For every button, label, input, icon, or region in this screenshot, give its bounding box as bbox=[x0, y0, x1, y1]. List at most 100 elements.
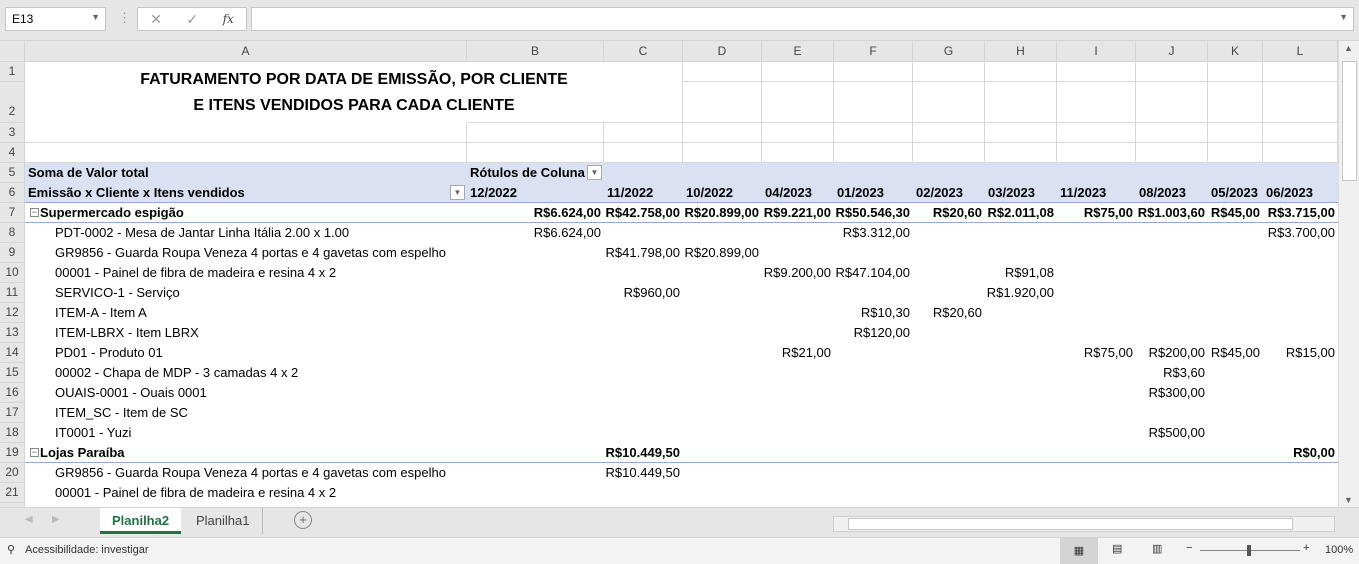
row-header-16[interactable]: 16 bbox=[0, 383, 25, 403]
row-header-13[interactable]: 13 bbox=[0, 323, 25, 343]
column-gridline bbox=[1262, 62, 1263, 163]
scroll-up-icon[interactable]: ▲ bbox=[1344, 43, 1353, 53]
next-sheet-icon[interactable]: ▶ bbox=[52, 514, 60, 525]
column-header-I[interactable]: I bbox=[1057, 41, 1136, 62]
row-header-8[interactable]: 8 bbox=[0, 223, 25, 243]
zoom-in-icon[interactable]: + bbox=[1303, 542, 1309, 554]
value-cell: R$1.920,00 bbox=[986, 285, 1054, 300]
value-cell: R$20.899,00 bbox=[684, 205, 759, 220]
row-filter-dropdown-icon[interactable]: ▼ bbox=[450, 185, 465, 200]
value-cell: R$10.449,50 bbox=[605, 445, 680, 460]
row-header-2[interactable]: 2 bbox=[0, 82, 25, 123]
row-header-5[interactable]: 5 bbox=[0, 163, 25, 183]
expand-formula-icon[interactable]: ▼ bbox=[1339, 12, 1348, 22]
row-header-20[interactable]: 20 bbox=[0, 463, 25, 483]
column-header-L[interactable]: L bbox=[1263, 41, 1338, 62]
zoom-slider-thumb[interactable] bbox=[1247, 545, 1251, 556]
name-box[interactable]: E13 ▼ bbox=[5, 7, 106, 31]
sheet-tabs-bar: ◀ ▶ Planilha2 Planilha1 + bbox=[0, 507, 1359, 537]
column-header-F[interactable]: F bbox=[834, 41, 913, 62]
value-cell: R$45,00 bbox=[1210, 345, 1260, 360]
accessibility-status[interactable]: Acessibilidade: investigar bbox=[25, 544, 149, 556]
page-break-icon[interactable]: ▥ bbox=[1152, 542, 1162, 555]
scroll-thumb[interactable] bbox=[1342, 61, 1357, 181]
item-row-label: ITEM-A - Item A bbox=[55, 305, 147, 320]
item-row-label: ITEM-LBRX - Item LBRX bbox=[55, 325, 199, 340]
value-cell: R$45,00 bbox=[1210, 205, 1260, 220]
column-header-D[interactable]: D bbox=[683, 41, 762, 62]
normal-view-icon[interactable]: ▦ bbox=[1060, 538, 1098, 564]
zoom-slider[interactable] bbox=[1200, 545, 1300, 556]
value-cell: R$9.221,00 bbox=[763, 205, 831, 220]
spreadsheet-grid[interactable]: A B C D E F G H I J K L 1 2 3 4 5 6 7 8 9 10 11 12 13 14 15 16 17 18 1… bbox=[0, 41, 1338, 507]
row-header-11[interactable]: 11 bbox=[0, 283, 25, 303]
row-header-12[interactable]: 12 bbox=[0, 303, 25, 323]
insert-function-icon[interactable]: fx bbox=[223, 12, 234, 26]
row-header-19[interactable]: 19 bbox=[0, 443, 25, 463]
row-header-6[interactable]: 6 bbox=[0, 183, 25, 203]
row-header-4[interactable]: 4 bbox=[0, 143, 25, 163]
horizontal-scrollbar[interactable] bbox=[833, 516, 1335, 532]
value-cell: R$50.546,30 bbox=[835, 205, 910, 220]
row-header-18[interactable]: 18 bbox=[0, 423, 25, 443]
item-row-label: GR9856 - Guarda Roupa Veneza 4 portas e … bbox=[55, 465, 446, 480]
formula-input[interactable]: ▼ bbox=[251, 7, 1354, 31]
row-header-21[interactable]: 21 bbox=[0, 483, 25, 503]
column-header-A[interactable]: A bbox=[25, 41, 467, 62]
row-header-10[interactable]: 10 bbox=[0, 263, 25, 283]
value-cell: R$3.700,00 bbox=[1267, 225, 1335, 240]
tab-planilha1[interactable]: Planilha1 bbox=[184, 508, 263, 534]
tab-planilha2[interactable]: Planilha2 bbox=[100, 508, 182, 534]
column-header-K[interactable]: K bbox=[1208, 41, 1263, 62]
accessibility-icon[interactable]: ⚲ bbox=[7, 543, 15, 556]
row-header-3[interactable]: 3 bbox=[0, 123, 25, 143]
column-header-G[interactable]: G bbox=[913, 41, 985, 62]
name-box-value: E13 bbox=[12, 12, 34, 26]
row-header-14[interactable]: 14 bbox=[0, 343, 25, 363]
column-gridline bbox=[984, 62, 985, 163]
column-header-J[interactable]: J bbox=[1136, 41, 1208, 62]
period-header: 11/2023 bbox=[1060, 185, 1107, 200]
column-header-B[interactable]: B bbox=[467, 41, 604, 62]
client-row-label: Lojas Paraíba bbox=[40, 445, 125, 460]
values-label: Soma de Valor total bbox=[28, 165, 149, 180]
column-header-H[interactable]: H bbox=[985, 41, 1057, 62]
prev-sheet-icon[interactable]: ◀ bbox=[25, 514, 33, 525]
row-header-7[interactable]: 7 bbox=[0, 203, 25, 223]
item-row-label: OUAIS-0001 - Ouais 0001 bbox=[55, 385, 207, 400]
period-header: 12/2022 bbox=[470, 185, 517, 200]
value-cell: R$120,00 bbox=[853, 325, 910, 340]
zoom-out-icon[interactable]: − bbox=[1186, 542, 1192, 554]
row-header-1[interactable]: 1 bbox=[0, 62, 25, 82]
value-cell: R$10,30 bbox=[860, 305, 910, 320]
column-header-C[interactable]: C bbox=[604, 41, 683, 62]
row-gridline bbox=[25, 122, 467, 123]
row-header-9[interactable]: 9 bbox=[0, 243, 25, 263]
value-cell: R$3.312,00 bbox=[842, 225, 910, 240]
period-header: 05/2023 bbox=[1211, 185, 1258, 200]
enter-icon[interactable]: ✓ bbox=[186, 11, 198, 28]
h-scroll-thumb[interactable] bbox=[848, 518, 1293, 530]
value-cell: R$75,00 bbox=[1083, 345, 1133, 360]
select-all-corner[interactable] bbox=[0, 41, 25, 62]
add-sheet-icon[interactable]: + bbox=[294, 511, 312, 529]
chevron-down-icon[interactable]: ▼ bbox=[91, 12, 100, 22]
item-row-label: GR9856 - Guarda Roupa Veneza 4 portas e … bbox=[55, 245, 446, 260]
column-gridline bbox=[1207, 62, 1208, 163]
scroll-down-icon[interactable]: ▼ bbox=[1344, 495, 1353, 505]
value-cell: R$200,00 bbox=[1148, 345, 1205, 360]
report-title: FATURAMENTO POR DATA DE EMISSÃO, POR CLI… bbox=[25, 67, 683, 119]
value-cell: R$1.003,60 bbox=[1137, 205, 1205, 220]
period-header: 02/2023 bbox=[916, 185, 963, 200]
value-cell: R$6.624,00 bbox=[533, 205, 601, 220]
row-header-17[interactable]: 17 bbox=[0, 403, 25, 423]
column-filter-dropdown-icon[interactable]: ▼ bbox=[587, 165, 602, 180]
page-layout-icon[interactable]: ▤ bbox=[1112, 542, 1122, 555]
column-header-E[interactable]: E bbox=[762, 41, 834, 62]
zoom-level[interactable]: 100% bbox=[1325, 544, 1353, 556]
more-icon: ⋮ bbox=[118, 10, 131, 25]
item-row-label: PDT-0002 - Mesa de Jantar Linha Itália 2… bbox=[55, 225, 350, 240]
cancel-icon[interactable]: ✕ bbox=[150, 11, 162, 28]
row-header-15[interactable]: 15 bbox=[0, 363, 25, 383]
vertical-scrollbar[interactable]: ▲ ▼ bbox=[1338, 41, 1359, 507]
